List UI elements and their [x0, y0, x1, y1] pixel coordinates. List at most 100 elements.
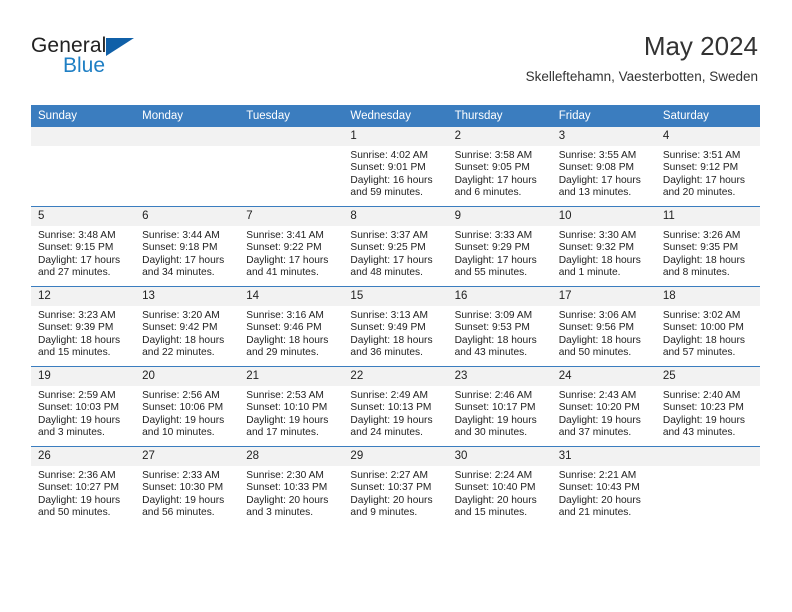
day-number: 17	[551, 287, 656, 306]
calendar-day-cell[interactable]: 30 Sunrise: 2:24 AM Sunset: 10:40 PM Daylig…	[447, 446, 552, 526]
calendar-day-cell[interactable]: 6 Sunrise: 3:44 AM Sunset: 9:18 PM Daylight…	[135, 206, 240, 287]
daylight-text: Daylight: 19 hours and 37 minutes.	[558, 414, 641, 439]
calendar-day-cell[interactable]: 19 Sunrise: 2:59 AM Sunset: 10:03 PM Daylig…	[31, 366, 136, 447]
day-details: Sunrise: 4:02 AM Sunset: 9:01 PM Daylight:…	[343, 146, 447, 200]
calendar-day-cell[interactable]: 4 Sunrise: 3:51 AM Sunset: 9:12 PM Daylight…	[655, 127, 760, 207]
daylight-text: Daylight: 18 hours and 29 minutes.	[246, 334, 329, 359]
daylight-text: Daylight: 20 hours and 15 minutes.	[454, 494, 537, 519]
weekday-header-tuesday: Tuesday	[239, 105, 344, 127]
day-details: Sunrise: 2:21 AM Sunset: 10:43 PM Daylight…	[552, 466, 656, 520]
day-number: 13	[135, 287, 240, 306]
day-number: 27	[135, 447, 240, 466]
daylight-text: Daylight: 18 hours and 36 minutes.	[350, 334, 433, 359]
sunrise-text: Sunrise: 2:33 AM	[142, 470, 220, 481]
day-number: 9	[447, 207, 552, 226]
calendar-day-cell[interactable]: 20 Sunrise: 2:56 AM Sunset: 10:06 PM Daylig…	[135, 366, 240, 447]
day-number: 10	[551, 207, 656, 226]
weekday-header-thursday: Thursday	[447, 105, 552, 127]
calendar-day-cell[interactable]: 10 Sunrise: 3:30 AM Sunset: 9:32 PM Dayligh…	[551, 206, 656, 287]
calendar-day-cell[interactable]: 13 Sunrise: 3:20 AM Sunset: 9:42 PM Dayligh…	[135, 286, 240, 367]
daylight-text: Daylight: 17 hours and 48 minutes.	[350, 254, 433, 279]
calendar-day-cell[interactable]: 8 Sunrise: 3:37 AM Sunset: 9:25 PM Daylight…	[343, 206, 448, 287]
calendar-day-cell[interactable]: 17 Sunrise: 3:06 AM Sunset: 9:56 PM Dayligh…	[551, 286, 656, 367]
daylight-text: Daylight: 17 hours and 6 minutes.	[454, 174, 537, 199]
calendar-day-cell-empty	[135, 127, 240, 207]
day-details: Sunrise: 2:46 AM Sunset: 10:17 PM Daylight…	[448, 386, 552, 440]
calendar-day-cell[interactable]: 25 Sunrise: 2:40 AM Sunset: 10:23 PM Daylig…	[655, 366, 760, 447]
calendar-day-cell[interactable]: 7 Sunrise: 3:41 AM Sunset: 9:22 PM Daylight…	[239, 206, 344, 287]
sunset-text: Sunset: 9:25 PM	[350, 242, 426, 254]
calendar-day-cell[interactable]: 27 Sunrise: 2:33 AM Sunset: 10:30 PM Daylig…	[135, 446, 240, 526]
calendar-day-cell[interactable]: 16 Sunrise: 3:09 AM Sunset: 9:53 PM Dayligh…	[447, 286, 552, 367]
sunset-text: Sunset: 10:03 PM	[38, 402, 119, 414]
calendar-day-cell[interactable]: 18 Sunrise: 3:02 AM Sunset: 10:00 PM Daylig…	[655, 286, 760, 367]
day-details: Sunrise: 3:06 AM Sunset: 9:56 PM Daylight:…	[552, 306, 656, 360]
sunrise-text: Sunrise: 2:27 AM	[350, 470, 429, 481]
calendar-day-cell[interactable]: 2 Sunrise: 3:58 AM Sunset: 9:05 PM Daylight…	[447, 127, 552, 207]
daylight-text: Daylight: 17 hours and 13 minutes.	[558, 174, 641, 199]
sunrise-text: Sunrise: 2:36 AM	[38, 470, 116, 481]
day-number: 1	[343, 127, 448, 146]
sunset-text: Sunset: 10:06 PM	[142, 402, 224, 414]
daylight-text: Daylight: 19 hours and 43 minutes.	[662, 414, 745, 439]
day-number: 7	[239, 207, 344, 226]
calendar-day-cell[interactable]: 28 Sunrise: 2:30 AM Sunset: 10:33 PM Daylig…	[239, 446, 344, 526]
day-details: Sunrise: 2:30 AM Sunset: 10:33 PM Daylight…	[239, 466, 343, 520]
sunrise-text: Sunrise: 3:30 AM	[558, 230, 637, 241]
calendar-week-row: 12 Sunrise: 3:23 AM Sunset: 9:39 PM Dayligh…	[31, 286, 760, 367]
calendar-day-cell[interactable]: 3 Sunrise: 3:55 AM Sunset: 9:08 PM Daylight…	[551, 127, 656, 207]
daylight-text: Daylight: 17 hours and 20 minutes.	[662, 174, 745, 199]
sunrise-text: Sunrise: 2:46 AM	[454, 390, 533, 401]
page-subtitle: Skelleftehamn, Vaesterbotten, Sweden	[525, 69, 758, 84]
day-number: 18	[655, 287, 760, 306]
calendar-day-cell[interactable]: 11 Sunrise: 3:26 AM Sunset: 9:35 PM Dayligh…	[655, 206, 760, 287]
day-details: Sunrise: 3:37 AM Sunset: 9:25 PM Daylight:…	[343, 226, 447, 280]
daylight-text: Daylight: 19 hours and 50 minutes.	[38, 494, 121, 519]
calendar-week-row: 1 Sunrise: 4:02 AM Sunset: 9:01 PM Daylight…	[31, 127, 760, 207]
brand-logo[interactable]: General Blue	[31, 34, 251, 90]
calendar-day-cell[interactable]: 26 Sunrise: 2:36 AM Sunset: 10:27 PM Daylig…	[31, 446, 136, 526]
sunset-text: Sunset: 9:22 PM	[246, 242, 322, 254]
calendar-day-cell[interactable]: 31 Sunrise: 2:21 AM Sunset: 10:43 PM Daylig…	[551, 446, 656, 526]
calendar-day-cell[interactable]: 23 Sunrise: 2:46 AM Sunset: 10:17 PM Daylig…	[447, 366, 552, 447]
day-number: 30	[447, 447, 552, 466]
day-number	[239, 127, 344, 146]
weekday-header-friday: Friday	[551, 105, 656, 127]
sunrise-text: Sunrise: 3:26 AM	[662, 230, 741, 241]
calendar-day-cell[interactable]: 12 Sunrise: 3:23 AM Sunset: 9:39 PM Dayligh…	[31, 286, 136, 367]
day-number: 28	[239, 447, 344, 466]
sunset-text: Sunset: 10:37 PM	[350, 482, 432, 494]
calendar-day-cell[interactable]: 5 Sunrise: 3:48 AM Sunset: 9:15 PM Daylight…	[31, 206, 136, 287]
sunset-text: Sunset: 10:43 PM	[558, 482, 640, 494]
day-details: Sunrise: 3:44 AM Sunset: 9:18 PM Daylight:…	[135, 226, 239, 280]
page-header: General Blue May 2024 Skelleftehamn, Vae…	[31, 30, 758, 100]
calendar-day-cell[interactable]: 1 Sunrise: 4:02 AM Sunset: 9:01 PM Daylight…	[343, 127, 448, 207]
sunrise-text: Sunrise: 3:55 AM	[558, 150, 637, 161]
sunrise-text: Sunrise: 3:06 AM	[558, 310, 637, 321]
sunrise-text: Sunrise: 2:30 AM	[246, 470, 324, 481]
day-number: 8	[343, 207, 448, 226]
day-details: Sunrise: 2:27 AM Sunset: 10:37 PM Daylight…	[343, 466, 447, 520]
calendar-day-cell[interactable]: 29 Sunrise: 2:27 AM Sunset: 10:37 PM Daylig…	[343, 446, 448, 526]
sunset-text: Sunset: 10:20 PM	[558, 402, 640, 414]
sunset-text: Sunset: 9:08 PM	[558, 162, 635, 174]
calendar-day-cell[interactable]: 9 Sunrise: 3:33 AM Sunset: 9:29 PM Daylight…	[447, 206, 552, 287]
day-details: Sunrise: 2:36 AM Sunset: 10:27 PM Daylight…	[31, 466, 135, 520]
calendar-day-cell[interactable]: 24 Sunrise: 2:43 AM Sunset: 10:20 PM Daylig…	[551, 366, 656, 447]
day-number	[655, 447, 760, 466]
calendar-day-cell[interactable]: 15 Sunrise: 3:13 AM Sunset: 9:49 PM Dayligh…	[343, 286, 448, 367]
calendar-day-cell-empty	[239, 127, 344, 207]
day-number: 29	[343, 447, 448, 466]
calendar-day-cell[interactable]: 21 Sunrise: 2:53 AM Sunset: 10:10 PM Daylig…	[239, 366, 344, 447]
day-number: 2	[447, 127, 552, 146]
day-number	[31, 127, 136, 146]
calendar-day-cell[interactable]: 22 Sunrise: 2:49 AM Sunset: 10:13 PM Daylig…	[343, 366, 448, 447]
day-details: Sunrise: 3:48 AM Sunset: 9:15 PM Daylight:…	[31, 226, 135, 280]
calendar-day-cell[interactable]: 14 Sunrise: 3:16 AM Sunset: 9:46 PM Dayligh…	[239, 286, 344, 367]
sunrise-text: Sunrise: 2:24 AM	[454, 470, 533, 481]
day-number: 16	[447, 287, 552, 306]
day-details: Sunrise: 3:16 AM Sunset: 9:46 PM Daylight:…	[239, 306, 343, 360]
sunrise-text: Sunrise: 3:33 AM	[454, 230, 533, 241]
daylight-text: Daylight: 20 hours and 21 minutes.	[558, 494, 641, 519]
sunset-text: Sunset: 9:56 PM	[558, 322, 635, 334]
